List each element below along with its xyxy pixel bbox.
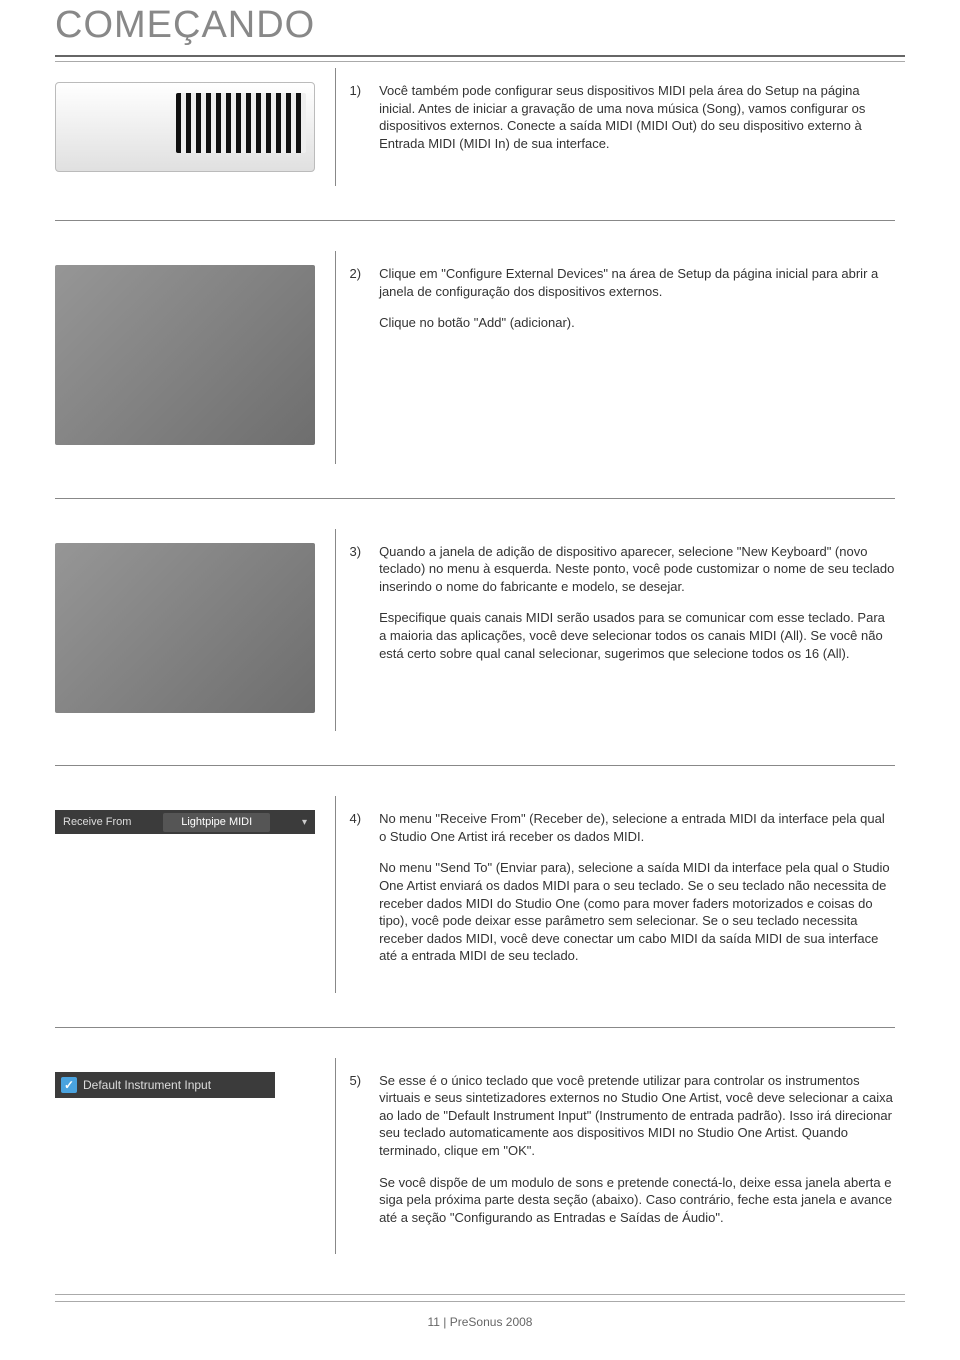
add-device-dialog-image	[55, 543, 315, 713]
receive-from-value: Lightpipe MIDI	[163, 813, 270, 832]
step-text: No menu "Receive From" (Receber de), sel…	[379, 810, 895, 845]
step-number: 3)	[335, 529, 371, 732]
default-instrument-input-label: Default Instrument Input	[83, 1077, 211, 1093]
footer-rule-1	[55, 1294, 905, 1295]
step-text: No menu "Send To" (Enviar para), selecio…	[379, 859, 895, 964]
footer-rule-2	[55, 1301, 905, 1302]
step-row: 3) Quando a janela de adição de disposit…	[55, 529, 905, 732]
check-icon: ✓	[61, 1077, 77, 1093]
row-divider	[55, 765, 895, 766]
step-text: Especifique quais canais MIDI serão usad…	[379, 609, 895, 662]
rule-thick	[55, 55, 905, 57]
default-instrument-input-control: ✓ Default Instrument Input	[55, 1072, 275, 1098]
row-divider	[55, 220, 895, 221]
page-title: COMEÇANDO	[55, 0, 905, 51]
step-number: 4)	[335, 796, 371, 992]
step-text: Quando a janela de adição de dispositivo…	[379, 543, 895, 596]
row-divider	[55, 1027, 895, 1028]
step-number: 1)	[335, 68, 371, 186]
step-number: 5)	[335, 1058, 371, 1254]
step-row: 2) Clique em "Configure External Devices…	[55, 251, 905, 464]
row-divider	[55, 498, 895, 499]
step-text: Você também pode configurar seus disposi…	[379, 82, 895, 152]
step-row: ✓ Default Instrument Input 5) Se esse é …	[55, 1058, 905, 1254]
midi-keyboard-image	[55, 82, 315, 172]
step-text: Clique no botão "Add" (adicionar).	[379, 314, 895, 332]
step-text: Clique em "Configure External Devices" n…	[379, 265, 895, 300]
step-row: Receive From Lightpipe MIDI ▾ 4) No menu…	[55, 796, 905, 992]
step-text: Se você dispõe de um modulo de sons e pr…	[379, 1174, 895, 1227]
step-number: 2)	[335, 251, 371, 464]
rule-thin	[55, 61, 905, 62]
receive-from-control: Receive From Lightpipe MIDI ▾	[55, 810, 315, 834]
page-footer: 11 | PreSonus 2008	[55, 1308, 905, 1330]
step-text: Se esse é o único teclado que você prete…	[379, 1072, 895, 1160]
chevron-down-icon: ▾	[302, 816, 307, 830]
steps-table: 1) Você também pode configurar seus disp…	[55, 68, 905, 1254]
options-dialog-image	[55, 265, 315, 445]
step-row: 1) Você também pode configurar seus disp…	[55, 68, 905, 186]
receive-from-label: Receive From	[63, 815, 131, 830]
